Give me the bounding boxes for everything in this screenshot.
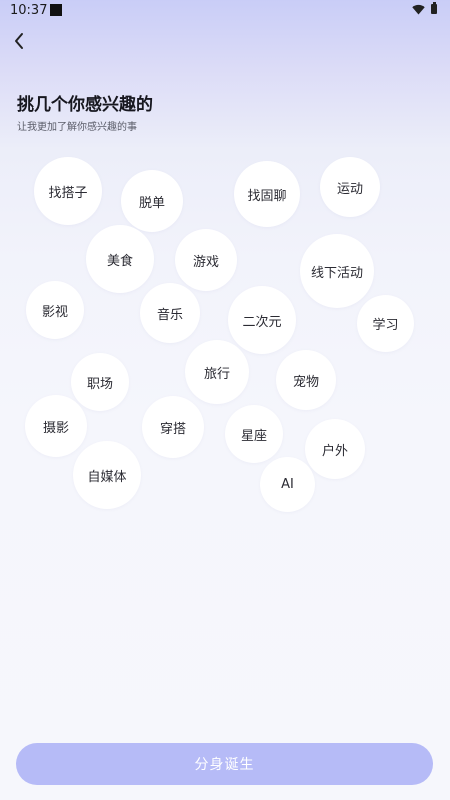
interest-label: 旅行 [203,366,230,382]
interest-bubble[interactable]: 二次元 [228,286,296,354]
interest-label: 二次元 [242,314,282,330]
interest-bubble[interactable]: 美食 [86,225,154,293]
submit-button[interactable]: 分身诞生 [16,743,433,785]
interest-bubble[interactable]: 线下活动 [300,234,374,308]
interest-label: 找固聊 [247,188,287,204]
interest-label: 宠物 [292,374,319,390]
interest-bubble[interactable]: 找固聊 [234,161,300,227]
interest-label: 职场 [86,376,113,392]
notification-icon [50,4,62,16]
interest-label: 脱单 [138,195,165,211]
interest-label: 学习 [372,318,399,333]
interest-bubble[interactable]: 音乐 [140,283,200,343]
interest-bubble[interactable]: 摄影 [25,395,87,457]
interest-bubble[interactable]: 宠物 [276,350,336,410]
status-bar: 10:37 [0,0,450,22]
chevron-left-icon [15,33,23,49]
back-button[interactable] [8,30,30,52]
interest-bubble[interactable]: 运动 [320,157,380,217]
page-subtitle: 让我更加了解你感兴趣的事 [17,122,137,133]
interest-label: 运动 [336,181,363,197]
interest-label: 游戏 [192,254,219,270]
interest-bubble[interactable]: 星座 [225,405,283,463]
interest-label: 影视 [41,304,68,320]
interest-bubble[interactable]: 职场 [71,353,129,411]
page-title: 挑几个你感兴趣的 [17,95,153,115]
interest-label: 音乐 [156,307,183,323]
interest-bubble[interactable]: 自媒体 [73,441,141,509]
interest-label: 线下活动 [310,265,363,281]
interest-bubble[interactable]: AI [260,457,315,512]
interest-bubble[interactable]: 脱单 [121,170,183,232]
interest-label: 星座 [240,428,267,444]
interest-bubble[interactable]: 游戏 [175,229,237,291]
interest-label: 摄影 [42,420,69,436]
interest-label: 美食 [106,253,133,269]
interest-bubble[interactable]: 找搭子 [34,157,102,225]
battery-icon [431,2,437,14]
interest-label: AI [281,477,294,492]
interest-bubble[interactable]: 穿搭 [142,396,204,458]
interest-label: 找搭子 [48,185,88,201]
interest-label: 自媒体 [87,469,127,485]
status-time: 10:37 [10,3,48,18]
interest-bubble[interactable]: 旅行 [185,340,249,404]
interest-label: 户外 [321,443,348,459]
interest-label: 穿搭 [159,421,186,437]
wifi-icon [412,4,425,15]
interest-bubble[interactable]: 户外 [305,419,365,479]
interest-bubble[interactable]: 影视 [26,281,84,339]
interest-bubble[interactable]: 学习 [357,295,414,352]
